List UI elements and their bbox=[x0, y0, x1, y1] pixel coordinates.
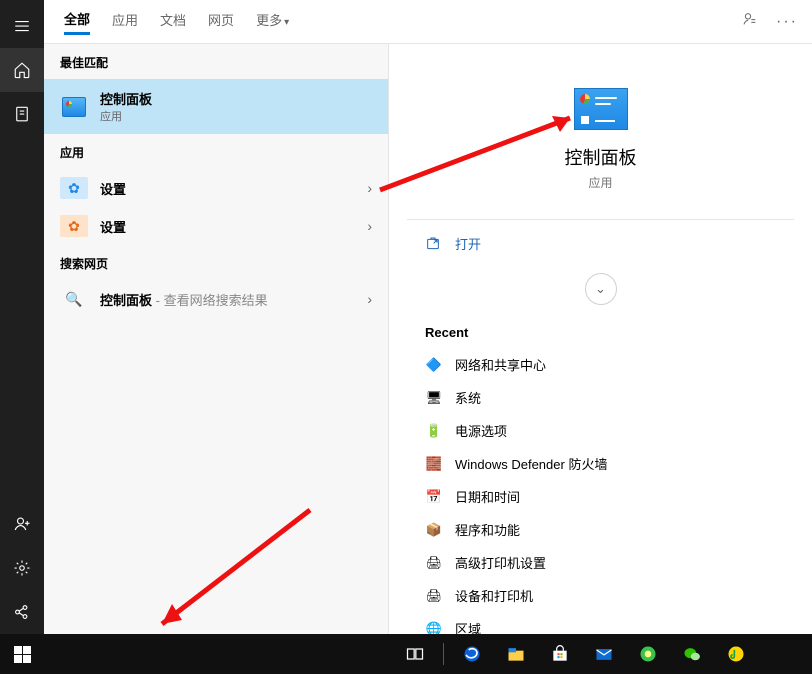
group-apps: 应用 bbox=[44, 134, 388, 169]
calendar-icon: 📅 bbox=[425, 488, 443, 506]
tab-apps[interactable]: 应用 bbox=[112, 10, 138, 33]
power-icon: 🔋 bbox=[425, 422, 443, 440]
taskbar-qqmusic[interactable] bbox=[716, 634, 756, 674]
recent-header: Recent bbox=[407, 319, 794, 348]
tab-docs[interactable]: 文档 bbox=[160, 10, 186, 33]
search-panel: 全部 应用 文档 网页 更多▾ ··· 最佳匹配 控制面板 应用 bbox=[44, 0, 812, 674]
chevron-down-icon: ▾ bbox=[284, 17, 289, 28]
search-filter-tabs: 全部 应用 文档 网页 更多▾ ··· bbox=[44, 0, 812, 44]
group-web: 搜索网页 bbox=[44, 245, 388, 280]
tab-all[interactable]: 全部 bbox=[64, 9, 90, 35]
gear-icon: ✿ bbox=[60, 215, 88, 237]
taskbar-explorer[interactable] bbox=[496, 634, 536, 674]
network-icon: 🔷 bbox=[425, 356, 443, 374]
detail-subtitle: 应用 bbox=[407, 174, 794, 191]
chevron-right-icon: › bbox=[367, 180, 372, 196]
open-icon bbox=[425, 236, 441, 252]
devices-icon: 🖨 bbox=[425, 587, 443, 605]
search-results-list: 最佳匹配 控制面板 应用 应用 ✿ 设置 › ✿ 设置 › bbox=[44, 44, 389, 674]
monitor-icon: 🖥 bbox=[425, 389, 443, 407]
rail-home-button[interactable] bbox=[0, 48, 44, 92]
result-detail-pane: 控制面板 应用 打开 ⌄ Recent 🔷网络和共享中心 🖥系统 🔋电源选项 🧱… bbox=[389, 44, 812, 674]
recent-printer-adv[interactable]: 🖨高级打印机设置 bbox=[407, 546, 794, 579]
tab-more[interactable]: 更多▾ bbox=[256, 10, 289, 33]
action-open[interactable]: 打开 bbox=[407, 222, 794, 265]
taskbar-360[interactable] bbox=[628, 634, 668, 674]
rail-settings-button[interactable] bbox=[0, 546, 44, 590]
search-icon: 🔍 bbox=[60, 288, 88, 310]
rail-documents-button[interactable] bbox=[0, 92, 44, 136]
result-settings-2[interactable]: ✿ 设置 › bbox=[44, 207, 388, 245]
detail-title: 控制面板 bbox=[407, 144, 794, 170]
gear-icon: ✿ bbox=[60, 177, 88, 199]
expand-toggle[interactable]: ⌄ bbox=[585, 273, 617, 305]
result-subtitle: 应用 bbox=[100, 108, 152, 124]
rail-user-button[interactable] bbox=[0, 502, 44, 546]
taskbar-store[interactable] bbox=[540, 634, 580, 674]
recent-system[interactable]: 🖥系统 bbox=[407, 381, 794, 414]
chevron-right-icon: › bbox=[367, 291, 372, 307]
start-left-rail bbox=[0, 0, 44, 674]
feedback-icon[interactable] bbox=[742, 11, 758, 32]
recent-power[interactable]: 🔋电源选项 bbox=[407, 414, 794, 447]
result-control-panel[interactable]: 控制面板 应用 bbox=[44, 79, 388, 134]
recent-devices[interactable]: 🖨设备和打印机 bbox=[407, 579, 794, 612]
firewall-icon: 🧱 bbox=[425, 455, 443, 473]
programs-icon: 📦 bbox=[425, 521, 443, 539]
recent-programs[interactable]: 📦程序和功能 bbox=[407, 513, 794, 546]
control-panel-large-icon bbox=[574, 88, 628, 130]
taskbar-edge[interactable] bbox=[452, 634, 492, 674]
chevron-right-icon: › bbox=[367, 218, 372, 234]
more-options-icon[interactable]: ··· bbox=[776, 13, 798, 31]
printer-icon: 🖨 bbox=[425, 554, 443, 572]
rail-menu-button[interactable] bbox=[0, 4, 44, 48]
recent-datetime[interactable]: 📅日期和时间 bbox=[407, 480, 794, 513]
recent-network[interactable]: 🔷网络和共享中心 bbox=[407, 348, 794, 381]
group-best-match: 最佳匹配 bbox=[44, 44, 388, 79]
result-title: 控制面板 bbox=[100, 89, 152, 108]
taskbar-wechat[interactable] bbox=[672, 634, 712, 674]
result-web-search[interactable]: 🔍 控制面板 - 查看网络搜索结果 › bbox=[44, 280, 388, 318]
control-panel-icon bbox=[62, 97, 86, 117]
tab-web[interactable]: 网页 bbox=[208, 10, 234, 33]
recent-firewall[interactable]: 🧱Windows Defender 防火墙 bbox=[407, 447, 794, 480]
taskbar bbox=[0, 634, 812, 674]
result-settings-1[interactable]: ✿ 设置 › bbox=[44, 169, 388, 207]
task-view-button[interactable] bbox=[395, 634, 435, 674]
start-button[interactable] bbox=[0, 634, 44, 674]
rail-share-button[interactable] bbox=[0, 590, 44, 634]
divider bbox=[407, 219, 794, 220]
taskbar-mail[interactable] bbox=[584, 634, 624, 674]
